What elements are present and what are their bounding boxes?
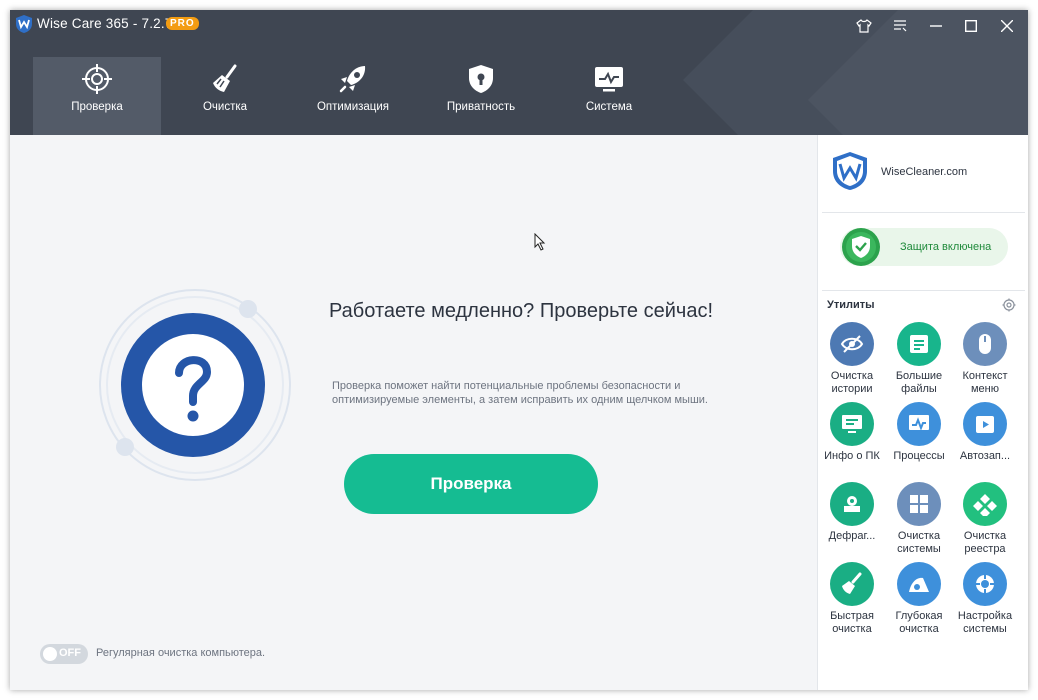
tab-label: Оптимизация <box>316 101 390 113</box>
tool-label: Очистка реестра <box>963 530 1007 555</box>
close-button[interactable] <box>993 14 1021 38</box>
deep-clean-icon <box>909 577 929 592</box>
tool-label: Процессы <box>893 450 945 462</box>
scan-question-icon <box>99 289 291 481</box>
quick-clean-icon <box>842 572 862 594</box>
tool-processes[interactable]: Процессы <box>886 402 952 463</box>
title-bar: Wise Care 365 - 7.2.7 PRO <box>10 10 1028 40</box>
defrag-icon <box>844 496 860 512</box>
tool-system-clean[interactable]: Очистка системы <box>886 482 952 556</box>
monitor-icon <box>595 67 623 92</box>
app-window: Wise Care 365 - 7.2.7 PRO Проверка Очист… <box>10 10 1028 690</box>
brand-link[interactable]: WiseCleaner.com <box>881 166 967 178</box>
tool-label: Настройка системы <box>957 610 1013 635</box>
protection-label: Защита включена <box>900 241 992 253</box>
tab-label: Очистка <box>202 101 248 113</box>
tool-deep-clean[interactable]: Глубокая очистка <box>886 562 952 636</box>
pc-info-icon <box>842 415 862 433</box>
tool-label: Контекст меню <box>962 370 1008 395</box>
minimize-button[interactable] <box>922 14 950 38</box>
tab-optimize[interactable]: Оптимизация <box>289 57 417 135</box>
toggle-state: OFF <box>59 647 81 659</box>
files-icon <box>910 335 928 353</box>
description: Проверка поможет найти потенциальные про… <box>332 380 708 406</box>
tool-label: Дефраг... <box>828 530 876 542</box>
windows-icon <box>910 495 928 513</box>
skin-button[interactable] <box>850 14 878 38</box>
tool-label: Большие файлы <box>895 370 943 395</box>
tool-label: Очистка системы <box>897 530 941 555</box>
toggle-label: Регулярная очистка компьютера. <box>96 647 266 659</box>
maximize-button[interactable] <box>957 14 985 38</box>
toggle-knob <box>43 647 57 661</box>
tab-label: Приватность <box>446 101 516 113</box>
app-logo-icon <box>16 15 32 33</box>
broom-icon <box>213 64 237 92</box>
headline: Работаете медленно? Проверьте сейчас! <box>329 300 713 322</box>
mouse-icon <box>979 334 991 354</box>
window-title: Wise Care 365 - 7.2.7 <box>37 16 173 31</box>
rocket-icon <box>339 66 366 93</box>
startup-icon <box>976 416 994 433</box>
check-panel: Работаете медленно? Проверьте сейчас! Пр… <box>10 135 817 690</box>
header: Wise Care 365 - 7.2.7 PRO Проверка Очист… <box>10 10 1028 135</box>
menu-button[interactable] <box>886 14 914 38</box>
tab-label: Проверка <box>71 101 123 113</box>
gear-icon[interactable] <box>1002 298 1016 312</box>
eye-off-icon <box>840 335 864 353</box>
mouse-cursor-icon <box>534 233 546 251</box>
tab-system[interactable]: Система <box>545 57 673 135</box>
tab-check[interactable]: Проверка <box>33 57 161 135</box>
tool-label: Инфо о ПК <box>824 450 880 462</box>
tool-registry-clean[interactable]: Очистка реестра <box>952 482 1018 556</box>
menu-icon <box>894 20 907 32</box>
tool-label: Быстрая очистка <box>830 610 874 635</box>
tool-pc-info[interactable]: Инфо о ПК <box>819 402 885 463</box>
scan-button[interactable]: Проверка <box>344 454 598 514</box>
maximize-icon <box>965 20 977 32</box>
shield-lock-icon <box>469 65 493 93</box>
system-tune-icon <box>976 575 994 593</box>
tool-system-tune[interactable]: Настройка системы <box>952 562 1018 636</box>
close-icon <box>1001 20 1013 32</box>
tab-clean[interactable]: Очистка <box>161 57 289 135</box>
tool-quick-clean[interactable]: Быстрая очистка <box>819 562 885 636</box>
registry-icon <box>973 494 997 516</box>
pro-badge: PRO <box>166 17 199 30</box>
sidebar: WiseCleaner.com Защита включена Утилиты … <box>817 135 1028 690</box>
shield-check-icon <box>842 228 880 266</box>
tool-large-files[interactable]: Большие файлы <box>886 322 952 396</box>
process-icon <box>909 415 929 431</box>
tshirt-icon <box>856 19 872 33</box>
protection-status[interactable]: Защита включена <box>840 228 1008 266</box>
tool-startup[interactable]: Автозап... <box>952 402 1018 463</box>
wisecleaner-logo-icon <box>833 152 867 190</box>
tool-defrag[interactable]: Дефраг... <box>819 482 885 543</box>
regular-clean-toggle[interactable]: OFF <box>40 644 88 664</box>
utilities-title: Утилиты <box>827 299 875 311</box>
tool-label: Автозап... <box>959 450 1011 462</box>
tab-label: Система <box>585 101 633 113</box>
target-icon <box>82 64 112 94</box>
tool-history-clean[interactable]: Очистка истории <box>819 322 885 396</box>
tab-privacy[interactable]: Приватность <box>417 57 545 135</box>
minimize-icon <box>930 25 942 27</box>
tool-label: Очистка истории <box>830 370 874 395</box>
tool-context-menu[interactable]: Контекст меню <box>952 322 1018 396</box>
tool-label: Глубокая очистка <box>895 610 943 635</box>
